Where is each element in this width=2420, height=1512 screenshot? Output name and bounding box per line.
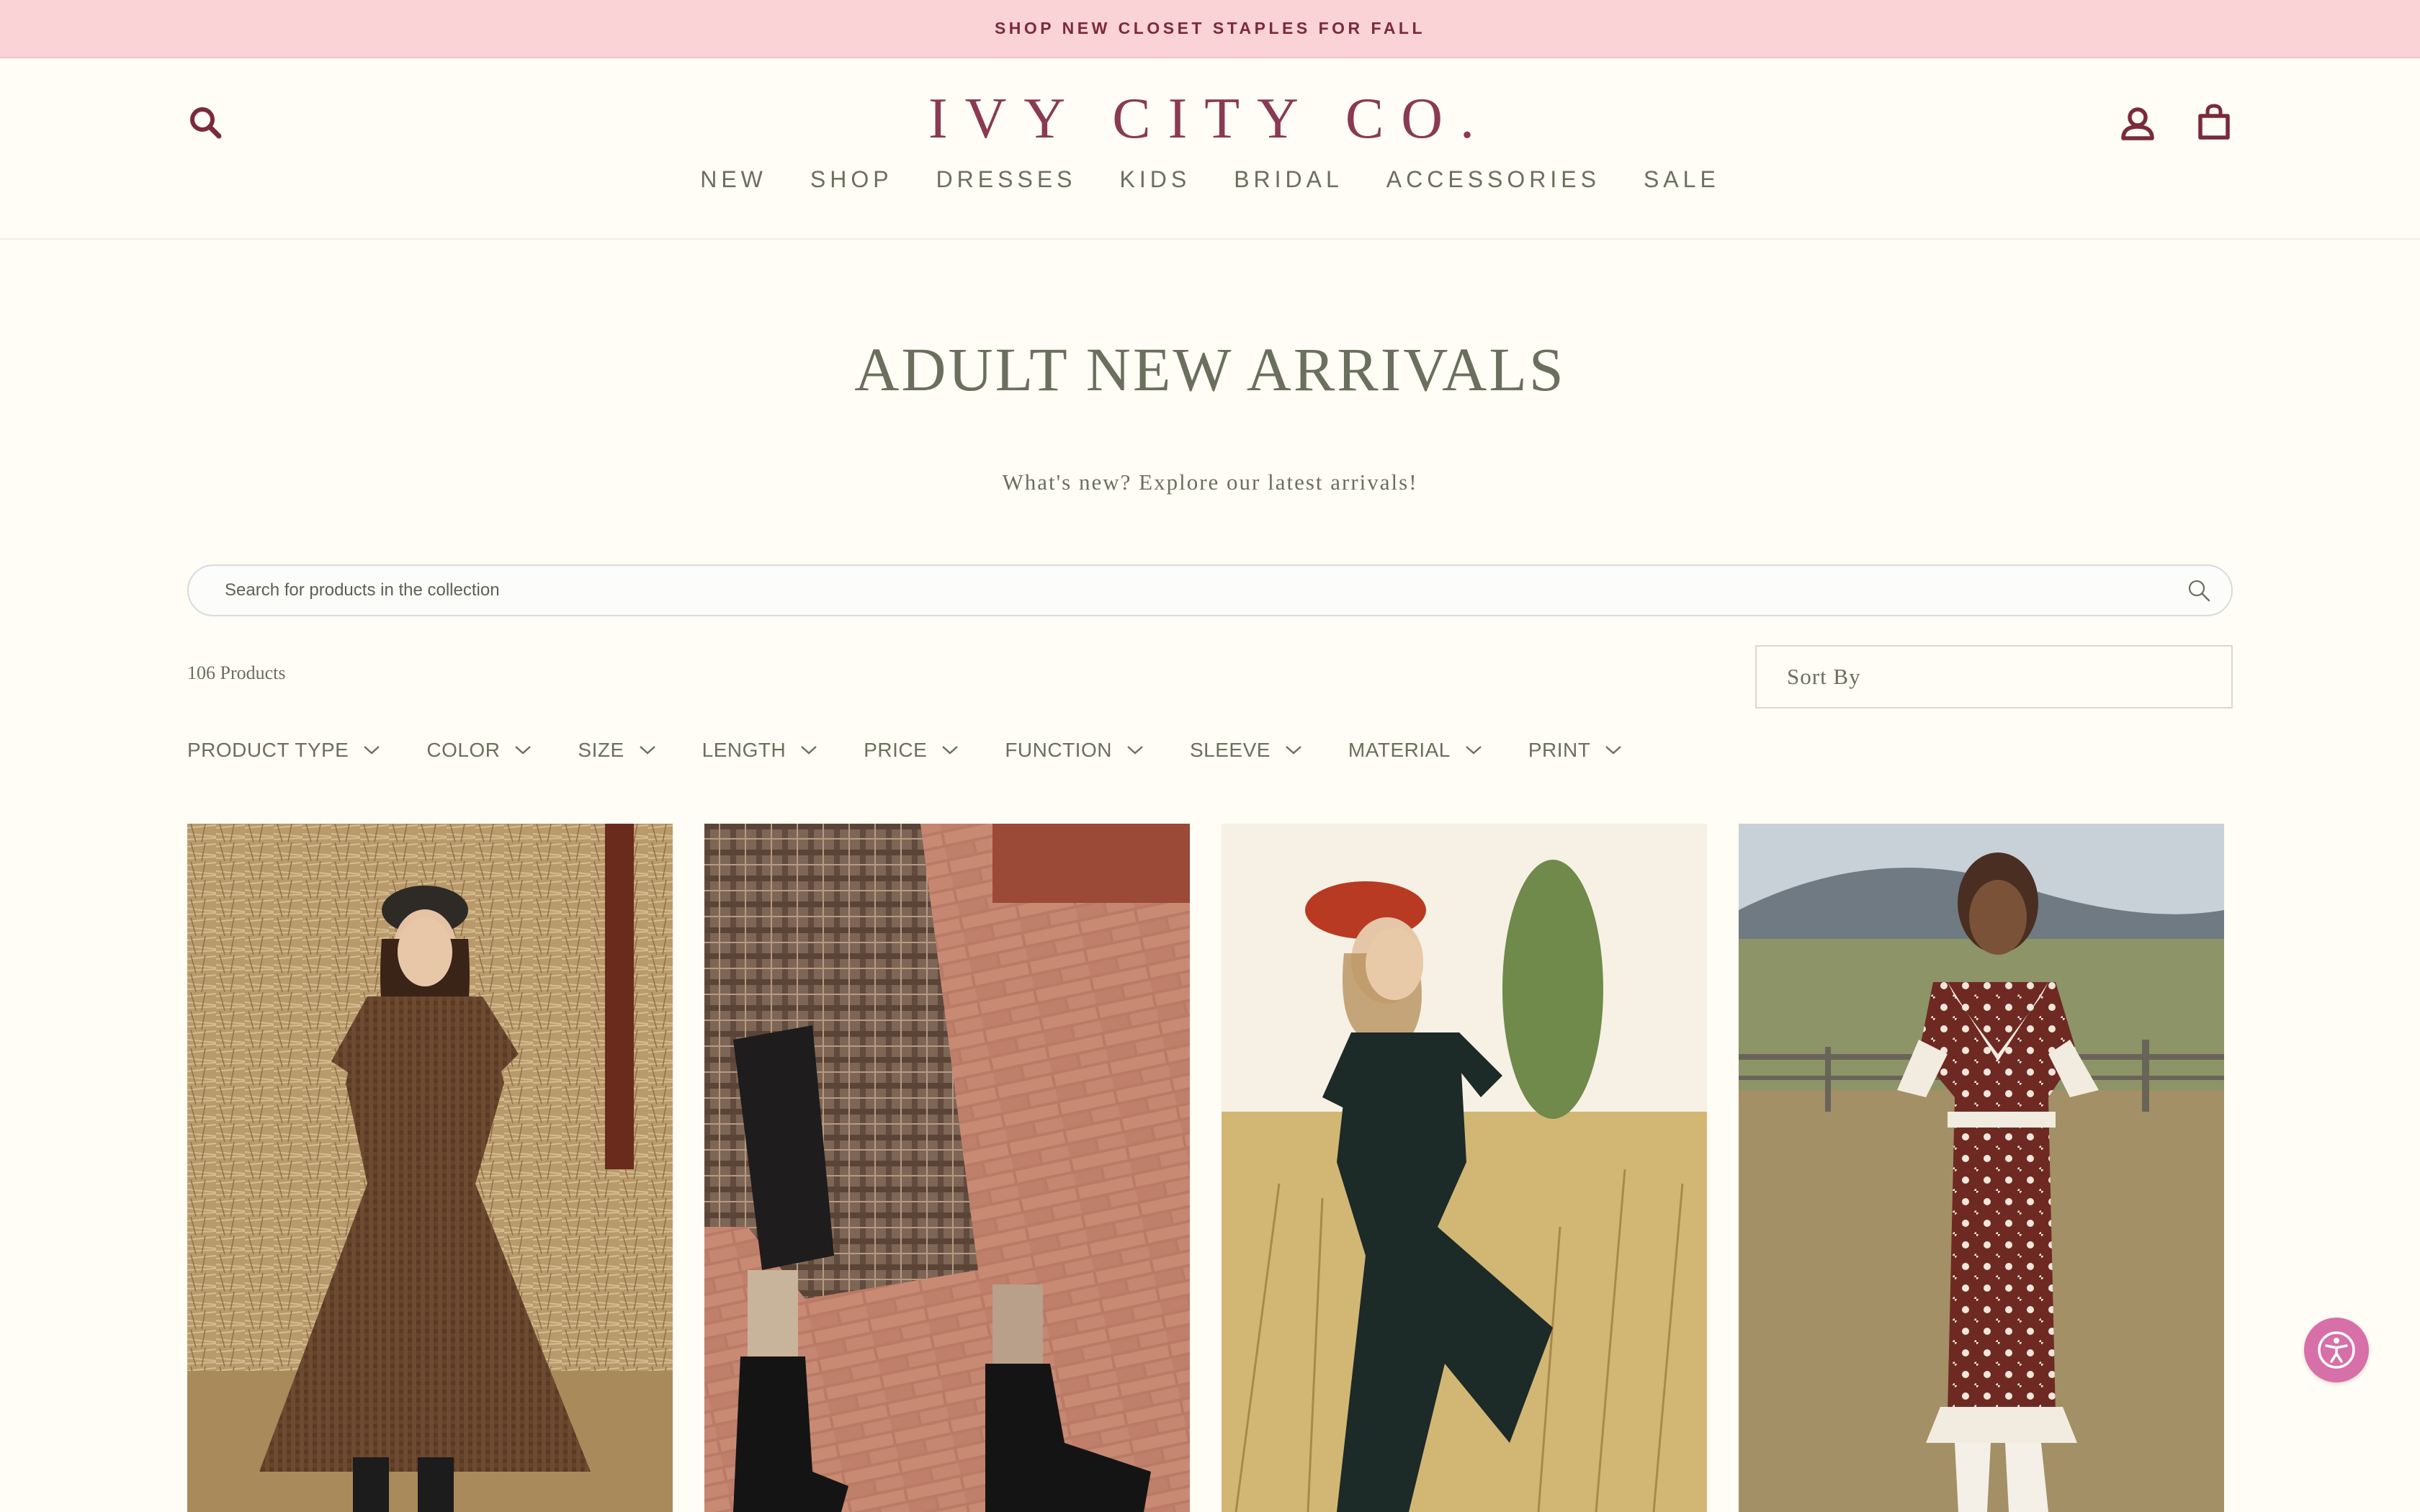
product-count: 106 Products [187,662,286,683]
product-image[interactable] [187,824,673,1512]
nav-shop[interactable]: SHOP [810,166,893,193]
sort-select[interactable]: Sort By [1755,645,2233,708]
filter-price[interactable]: PRICE [864,739,959,762]
filter-product-type[interactable]: PRODUCT TYPE [187,739,380,762]
filter-label: SLEEVE [1189,739,1270,761]
chevron-down-icon [639,746,655,755]
logo[interactable]: IVY CITY CO. [0,90,2420,148]
accessibility-icon [2318,1331,2355,1369]
filter-size[interactable]: SIZE [578,739,655,762]
announcement-bar[interactable]: SHOP NEW CLOSET STAPLES FOR FALL [0,0,2420,58]
nav-accessories[interactable]: ACCESSORIES [1386,166,1600,193]
nav-bridal[interactable]: BRIDAL [1234,166,1343,193]
sort-label: Sort By [1787,664,1861,689]
cart-icon[interactable] [2192,100,2236,143]
nav-new[interactable]: NEW [700,166,767,193]
filter-material[interactable]: MATERIAL [1348,739,1482,762]
chevron-down-icon [515,746,532,755]
product-card[interactable] [187,824,673,1512]
nav-dresses[interactable]: DRESSES [936,166,1077,193]
filter-label: COLOR [426,739,501,761]
filter-label: PRODUCT TYPE [187,739,349,761]
page-subtitle: What's new? Explore our latest arrivals! [1002,469,1418,495]
product-card[interactable] [1739,824,2224,1512]
accessibility-button[interactable] [2304,1318,2369,1382]
account-icon[interactable] [2116,102,2159,145]
nav-sale[interactable]: SALE [1644,166,1720,193]
filter-label: FUNCTION [1005,739,1112,761]
chevron-down-icon [801,746,817,755]
filter-label: PRICE [864,739,928,761]
filter-print[interactable]: PRINT [1528,739,1623,762]
product-image[interactable] [1222,824,1707,1512]
chevron-down-icon [1286,746,1301,755]
product-card[interactable] [704,824,1190,1512]
filter-label: MATERIAL [1348,739,1451,761]
product-image[interactable] [704,824,1190,1512]
chevron-down-icon [364,746,380,755]
filter-function[interactable]: FUNCTION [1005,739,1144,762]
filter-color[interactable]: COLOR [426,739,532,762]
chevron-down-icon [1466,746,1482,755]
filter-sleeve[interactable]: SLEEVE [1190,739,1302,762]
filter-bar: PRODUCT TYPE COLOR SIZE LENGTH PRICE FUN… [187,736,1668,765]
main-nav: NEW SHOP DRESSES KIDS BRIDAL ACCESSORIES… [0,166,2420,193]
announcement-text[interactable]: SHOP NEW CLOSET STAPLES FOR FALL [995,19,1425,38]
filter-label: SIZE [578,739,624,761]
filter-label: PRINT [1528,739,1591,761]
chevron-down-icon [1127,746,1143,755]
chevron-down-icon [942,746,959,755]
site-header: IVY CITY CO. NEW SHOP DRESSES KIDS BRIDA… [0,58,2420,240]
nav-kids[interactable]: KIDS [1120,166,1191,193]
page-title: ADULT NEW ARRIVALS [854,335,1566,404]
filter-length[interactable]: LENGTH [702,739,818,762]
collection-search [187,564,2233,616]
product-card[interactable] [1222,824,1707,1512]
collection-search-input[interactable] [189,566,2166,615]
chevron-down-icon [1605,746,1622,755]
product-image[interactable] [1739,824,2224,1512]
filter-label: LENGTH [702,739,786,761]
search-icon[interactable] [2166,566,2231,615]
